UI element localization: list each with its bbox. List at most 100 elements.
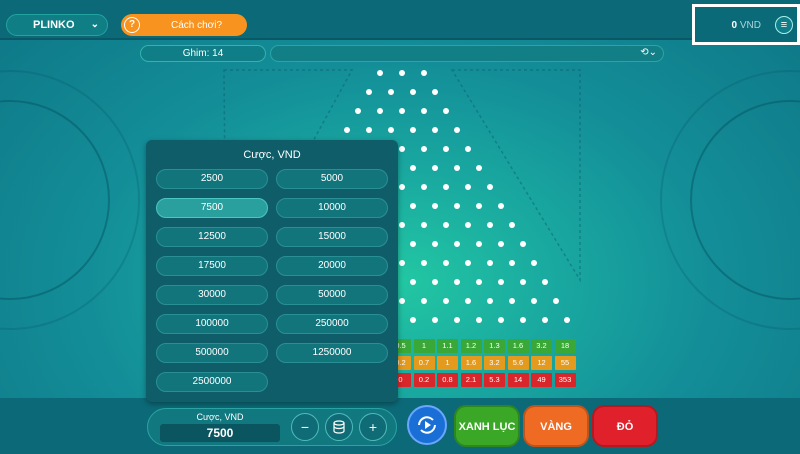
bet-panel-title: Cược, VND [243, 149, 301, 161]
bet-option[interactable]: 250000 [276, 314, 388, 334]
peg [388, 127, 394, 133]
peg [454, 203, 460, 209]
bet-option[interactable]: 1250000 [276, 343, 388, 363]
multiplier-slot: 18 [554, 339, 576, 353]
peg [432, 165, 438, 171]
peg [410, 127, 416, 133]
auto-play-button[interactable] [407, 405, 447, 445]
bet-option[interactable]: 20000 [276, 256, 388, 276]
peg [443, 298, 449, 304]
peg [454, 279, 460, 285]
peg [498, 279, 504, 285]
bet-option[interactable]: 10000 [276, 198, 388, 218]
peg [443, 222, 449, 228]
peg [399, 108, 405, 114]
peg [553, 298, 559, 304]
bottom-bar [0, 398, 800, 454]
peg [399, 184, 405, 190]
multiplier-slot: 1 [437, 356, 458, 370]
multiplier-slot: 1.3 [484, 339, 505, 353]
bet-option[interactable]: 2500000 [156, 372, 268, 392]
peg [432, 241, 438, 247]
green-play-button[interactable]: XANH LỤC [454, 405, 520, 447]
bet-option[interactable]: 2500 [156, 169, 268, 189]
peg [520, 317, 526, 323]
peg [487, 298, 493, 304]
peg [454, 127, 460, 133]
peg [476, 317, 482, 323]
peg [487, 184, 493, 190]
peg [454, 165, 460, 171]
bet-option[interactable]: 7500 [156, 198, 268, 218]
peg [421, 184, 427, 190]
peg [542, 279, 548, 285]
multiplier-slot: 1.6 [460, 356, 482, 370]
peg [520, 279, 526, 285]
peg [498, 203, 504, 209]
peg [509, 222, 515, 228]
peg [520, 241, 526, 247]
bet-option[interactable]: 5000 [276, 169, 388, 189]
peg [399, 298, 405, 304]
bet-option[interactable]: 50000 [276, 285, 388, 305]
bet-option[interactable]: 100000 [156, 314, 268, 334]
red-play-button[interactable]: ĐỎ [592, 405, 658, 447]
peg [410, 241, 416, 247]
peg [509, 260, 515, 266]
multiplier-slot: 49 [531, 373, 552, 387]
peg [476, 241, 482, 247]
multiplier-slot: 1.2 [460, 339, 482, 353]
peg [443, 146, 449, 152]
peg [509, 298, 515, 304]
peg [366, 89, 372, 95]
peg [399, 260, 405, 266]
bet-option[interactable]: 15000 [276, 227, 388, 247]
bet-label: Cược, VND [196, 412, 244, 422]
peg [410, 279, 416, 285]
peg [564, 317, 570, 323]
how-to-play-button[interactable]: ? Cách chơi? [121, 14, 247, 36]
coins-stack-icon[interactable] [325, 413, 353, 441]
balance-currency: VND [739, 20, 761, 31]
autoplay-icon [418, 416, 436, 434]
peg [432, 317, 438, 323]
peg [465, 222, 471, 228]
peg [443, 108, 449, 114]
multiplier-slot: 353 [554, 373, 576, 387]
peg [410, 203, 416, 209]
multiplier-slot: 1.1 [437, 339, 458, 353]
peg [465, 298, 471, 304]
yellow-play-button[interactable]: VÀNG [523, 405, 589, 447]
peg [377, 70, 383, 76]
bet-option[interactable]: 500000 [156, 343, 268, 363]
multiplier-slot: 3.2 [484, 356, 505, 370]
game-selector[interactable]: PLINKO ⌄ [6, 14, 108, 36]
history-icon[interactable]: ⟲⌄ [640, 47, 657, 58]
bet-value[interactable]: 7500 [160, 424, 280, 442]
peg [476, 165, 482, 171]
peg [410, 165, 416, 171]
bet-amount-panel: Cược, VND 2500 5000 7500 10000 12500 15000 175… [146, 140, 398, 402]
peg [531, 260, 537, 266]
menu-icon[interactable]: ≡ [775, 16, 793, 34]
peg [432, 89, 438, 95]
multiplier-slot: 0.7 [413, 356, 435, 370]
bet-option[interactable]: 12500 [156, 227, 268, 247]
peg [399, 222, 405, 228]
peg [388, 89, 394, 95]
bet-option[interactable]: 17500 [156, 256, 268, 276]
peg [476, 279, 482, 285]
peg [377, 108, 383, 114]
multiplier-slot: 55 [554, 356, 576, 370]
peg [487, 260, 493, 266]
pins-selector[interactable]: Ghim: 14 [140, 45, 266, 62]
balance-amount: 0 [731, 20, 738, 31]
bet-option[interactable]: 30000 [156, 285, 268, 305]
peg [421, 108, 427, 114]
peg [344, 127, 350, 133]
peg [454, 241, 460, 247]
decrease-bet-button[interactable]: − [291, 413, 319, 441]
peg [531, 298, 537, 304]
peg [421, 260, 427, 266]
increase-bet-button[interactable]: + [359, 413, 387, 441]
